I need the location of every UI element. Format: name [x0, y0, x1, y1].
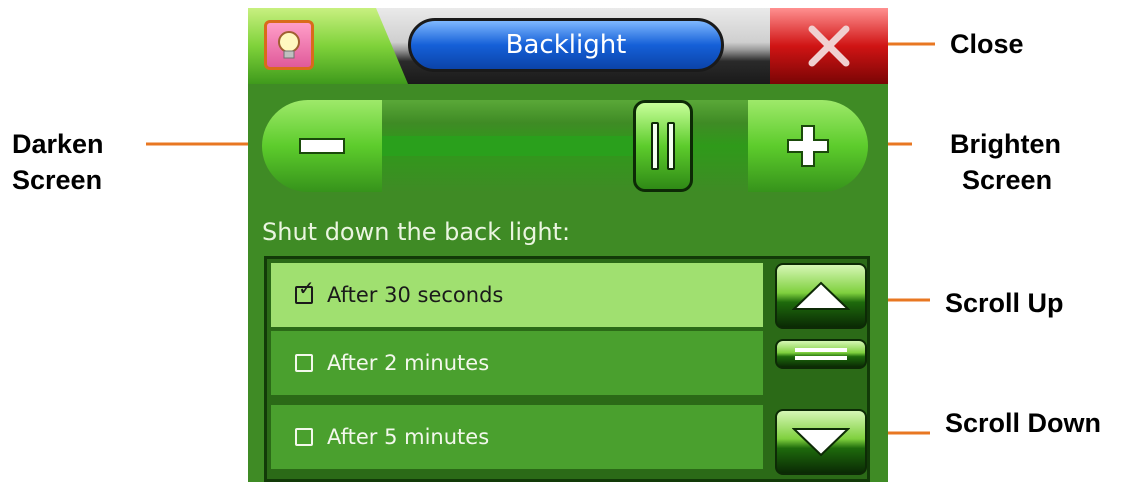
close-icon — [808, 25, 850, 67]
arrow-up-icon — [792, 281, 850, 310]
scroll-up-button[interactable] — [775, 263, 867, 329]
checkbox-icon[interactable] — [295, 354, 313, 372]
plus-icon — [787, 125, 829, 167]
scroll-thumb-icon — [795, 348, 847, 360]
scroll-thumb[interactable] — [775, 339, 867, 369]
slider-fill — [382, 136, 633, 156]
timeout-list: ✓ After 30 seconds After 2 minutes After… — [264, 256, 870, 482]
minus-icon — [299, 138, 345, 154]
lightbulb-icon[interactable] — [264, 20, 314, 70]
list-item-label: After 2 minutes — [327, 351, 490, 375]
slider-thumb[interactable] — [632, 100, 693, 192]
list-item-2-minutes[interactable]: After 2 minutes — [271, 331, 763, 397]
section-label: Shut down the back light: — [262, 218, 571, 246]
brighten-button[interactable] — [748, 100, 868, 192]
title-bar: Backlight — [248, 8, 888, 84]
darken-button[interactable] — [262, 100, 382, 192]
arrow-down-icon — [792, 428, 850, 457]
close-button[interactable] — [770, 8, 888, 84]
slider-thumb-icon — [650, 122, 659, 170]
checkbox-icon[interactable] — [295, 428, 313, 446]
list-item-5-minutes[interactable]: After 5 minutes — [271, 405, 763, 471]
brightness-slider[interactable] — [262, 100, 868, 192]
window-title: Backlight — [408, 18, 724, 72]
list-item-label: After 5 minutes — [327, 425, 490, 449]
list-item-label: After 30 seconds — [327, 283, 504, 307]
checkbox-checked-icon[interactable]: ✓ — [295, 278, 315, 304]
list-item-30-seconds[interactable]: ✓ After 30 seconds — [271, 263, 763, 329]
scroll-down-button[interactable] — [775, 409, 867, 475]
backlight-screen: Backlight Shut down the back light: ✓ Af… — [248, 8, 888, 482]
